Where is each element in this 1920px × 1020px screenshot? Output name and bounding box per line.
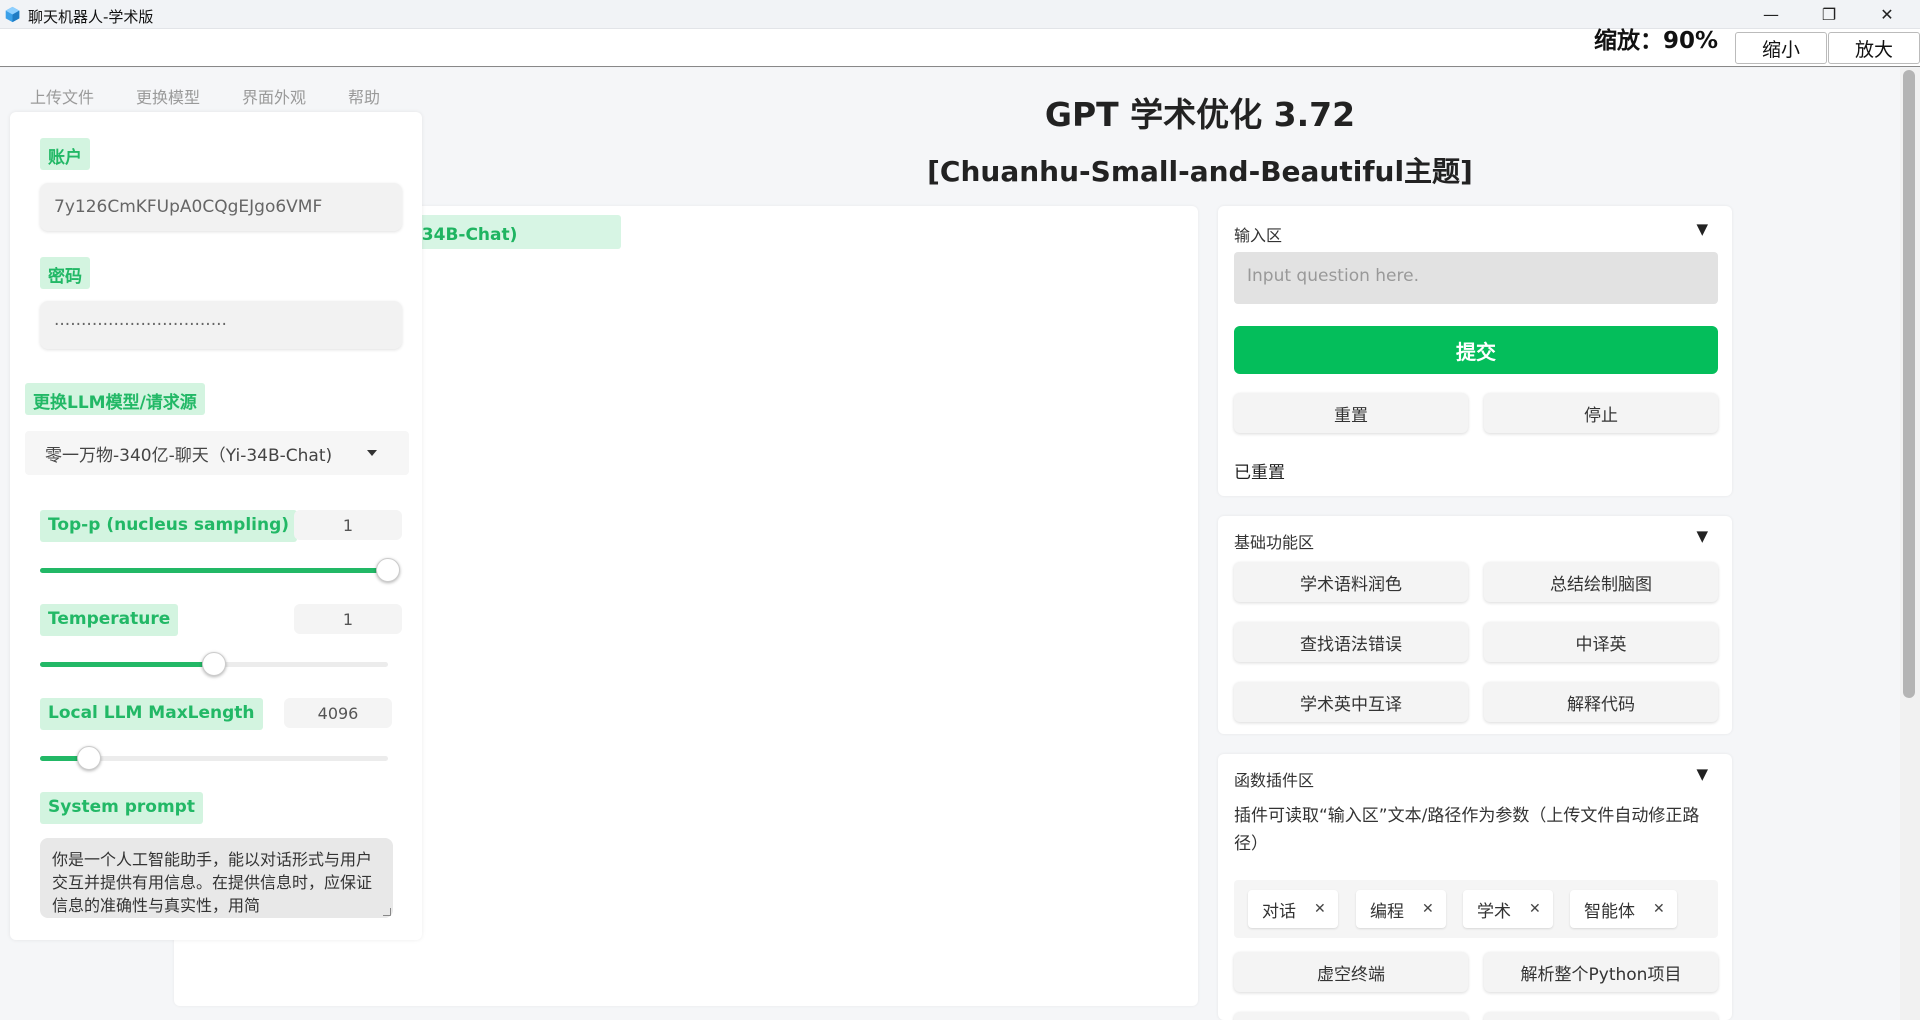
tag-label: 编程 [1370, 901, 1404, 922]
password-label: 密码 [40, 257, 90, 289]
password-field[interactable]: ································ [40, 301, 402, 349]
model-label: 更换LLM模型/请求源 [25, 383, 205, 415]
tab-help[interactable]: 帮助 [348, 84, 380, 108]
explain-code-button[interactable]: 解释代码 [1484, 682, 1718, 722]
plugin-button-more[interactable] [1234, 1012, 1468, 1020]
academic-translate-button[interactable]: 学术英中互译 [1234, 682, 1468, 722]
chevron-down-icon [367, 450, 377, 456]
restore-icon: ❐ [1821, 5, 1837, 24]
remove-tag-icon[interactable]: ✕ [1529, 901, 1541, 917]
polish-button[interactable]: 学术语料润色 [1234, 562, 1468, 602]
temperature-slider-thumb[interactable] [202, 652, 226, 676]
reset-button[interactable]: 重置 [1234, 393, 1468, 433]
remove-tag-icon[interactable]: ✕ [1653, 901, 1665, 917]
plugins-title: 函数插件区 [1234, 771, 1315, 790]
chat-model-chip: 零一万物-340亿-聊天（Yi-34B-Chat) [395, 215, 621, 249]
tag-chat[interactable]: 对话 ✕ [1248, 890, 1338, 928]
max-length-slider[interactable] [40, 746, 388, 770]
temperature-label: Temperature [40, 604, 179, 636]
close-icon: ✕ [1880, 5, 1894, 24]
restore-button[interactable]: ❐ [1800, 0, 1858, 29]
window-titlebar: 聊天机器人-学术版 — ❐ ✕ [0, 0, 1920, 29]
zoom-level-label: 缩放：90% [1593, 28, 1718, 54]
plugin-tag-filter[interactable]: 对话 ✕ 编程 ✕ 学术 ✕ 智能体 ✕ [1234, 880, 1718, 938]
top-p-slider-fill [40, 568, 388, 573]
system-prompt-text: 你是一个人工智能助手，能以对话形式与用户交互并提供有用信息。在提供信息时，应保证… [52, 850, 373, 915]
stop-button[interactable]: 停止 [1484, 393, 1718, 433]
basic-functions-title: 基础功能区 [1234, 533, 1315, 552]
page-title: GPT 学术优化 3.72 [1044, 95, 1356, 134]
top-p-label: Top-p (nucleus sampling) [40, 510, 298, 542]
plugins-description: 插件可读取“输入区”文本/路径作为参数（上传文件自动修正路径） [1234, 806, 1700, 854]
page-scrollbar-thumb[interactable] [1903, 70, 1915, 698]
temperature-slider-fill [40, 662, 214, 667]
tag-label: 对话 [1262, 901, 1296, 922]
max-length-slider-thumb[interactable] [76, 746, 101, 770]
zoom-out-button[interactable]: 缩小 [1735, 32, 1827, 64]
remove-tag-icon[interactable]: ✕ [1422, 901, 1434, 917]
top-p-value[interactable]: 1 [294, 510, 402, 540]
status-text: 已重置 [1234, 463, 1285, 483]
top-p-slider[interactable] [40, 558, 400, 582]
tab-upload[interactable]: 上传文件 [30, 84, 94, 108]
model-select[interactable]: 零一万物-340亿-聊天（Yi-34B-Chat) [25, 431, 409, 475]
temperature-value[interactable]: 1 [294, 604, 402, 634]
remove-tag-icon[interactable]: ✕ [1314, 901, 1326, 917]
close-button[interactable]: ✕ [1858, 0, 1916, 29]
resize-handle-icon[interactable] [383, 908, 391, 916]
parse-python-project-button[interactable]: 解析整个Python项目 [1484, 952, 1718, 992]
account-label: 账户 [40, 138, 90, 170]
tag-agent[interactable]: 智能体 ✕ [1570, 890, 1677, 928]
tab-appearance[interactable]: 界面外观 [242, 84, 306, 108]
collapse-triangle-icon[interactable]: ▼ [1696, 765, 1708, 783]
tag-label: 学术 [1477, 901, 1511, 922]
tag-coding[interactable]: 编程 ✕ [1356, 890, 1446, 928]
plugins-panel: 函数插件区 ▼ 插件可读取“输入区”文本/路径作为参数（上传文件自动修正路径） … [1218, 754, 1732, 1020]
minimize-icon: — [1763, 5, 1779, 24]
input-panel: 输入区 ▼ Input question here. 提交 重置 停止 已重置 [1218, 206, 1732, 496]
collapse-triangle-icon[interactable]: ▼ [1696, 527, 1708, 545]
app-cube-icon [5, 6, 20, 23]
page-subtitle: [Chuanhu-Small-and-Beautiful主题] [927, 155, 1473, 188]
submit-button[interactable]: 提交 [1234, 326, 1718, 374]
question-input[interactable]: Input question here. [1234, 252, 1718, 304]
model-select-value: 零一万物-340亿-聊天（Yi-34B-Chat) [45, 445, 333, 466]
collapse-triangle-icon[interactable]: ▼ [1696, 220, 1708, 238]
window-title: 聊天机器人-学术版 [28, 8, 154, 26]
settings-sidebar: 账户 7y126CmKFUpA0CQgEJgo6VMF 密码 ·········… [10, 112, 422, 940]
top-tabs: 上传文件 更换模型 界面外观 帮助 [30, 84, 422, 108]
mindmap-button[interactable]: 总结绘制脑图 [1484, 562, 1718, 602]
tag-label: 智能体 [1584, 901, 1635, 922]
max-length-label: Local LLM MaxLength [40, 698, 263, 730]
grammar-button[interactable]: 查找语法错误 [1234, 622, 1468, 662]
void-terminal-button[interactable]: 虚空终端 [1234, 952, 1468, 992]
tag-academic[interactable]: 学术 ✕ [1463, 890, 1553, 928]
tab-change-model[interactable]: 更换模型 [136, 84, 200, 108]
account-field[interactable]: 7y126CmKFUpA0CQgEJgo6VMF [40, 183, 402, 231]
temperature-slider[interactable] [40, 652, 388, 676]
zoom-in-button[interactable]: 放大 [1828, 32, 1920, 64]
plugin-button-more[interactable] [1484, 1012, 1718, 1020]
input-panel-title: 输入区 [1234, 226, 1283, 245]
top-p-slider-thumb[interactable] [376, 558, 400, 582]
zh-to-en-button[interactable]: 中译英 [1484, 622, 1718, 662]
max-length-value[interactable]: 4096 [284, 698, 392, 728]
basic-functions-panel: 基础功能区 ▼ 学术语料润色 总结绘制脑图 查找语法错误 中译英 学术英中互译 … [1218, 516, 1732, 734]
minimize-button[interactable]: — [1742, 0, 1800, 29]
system-prompt-textarea[interactable]: 你是一个人工智能助手，能以对话形式与用户交互并提供有用信息。在提供信息时，应保证… [40, 838, 393, 918]
system-prompt-label: System prompt [40, 792, 203, 824]
